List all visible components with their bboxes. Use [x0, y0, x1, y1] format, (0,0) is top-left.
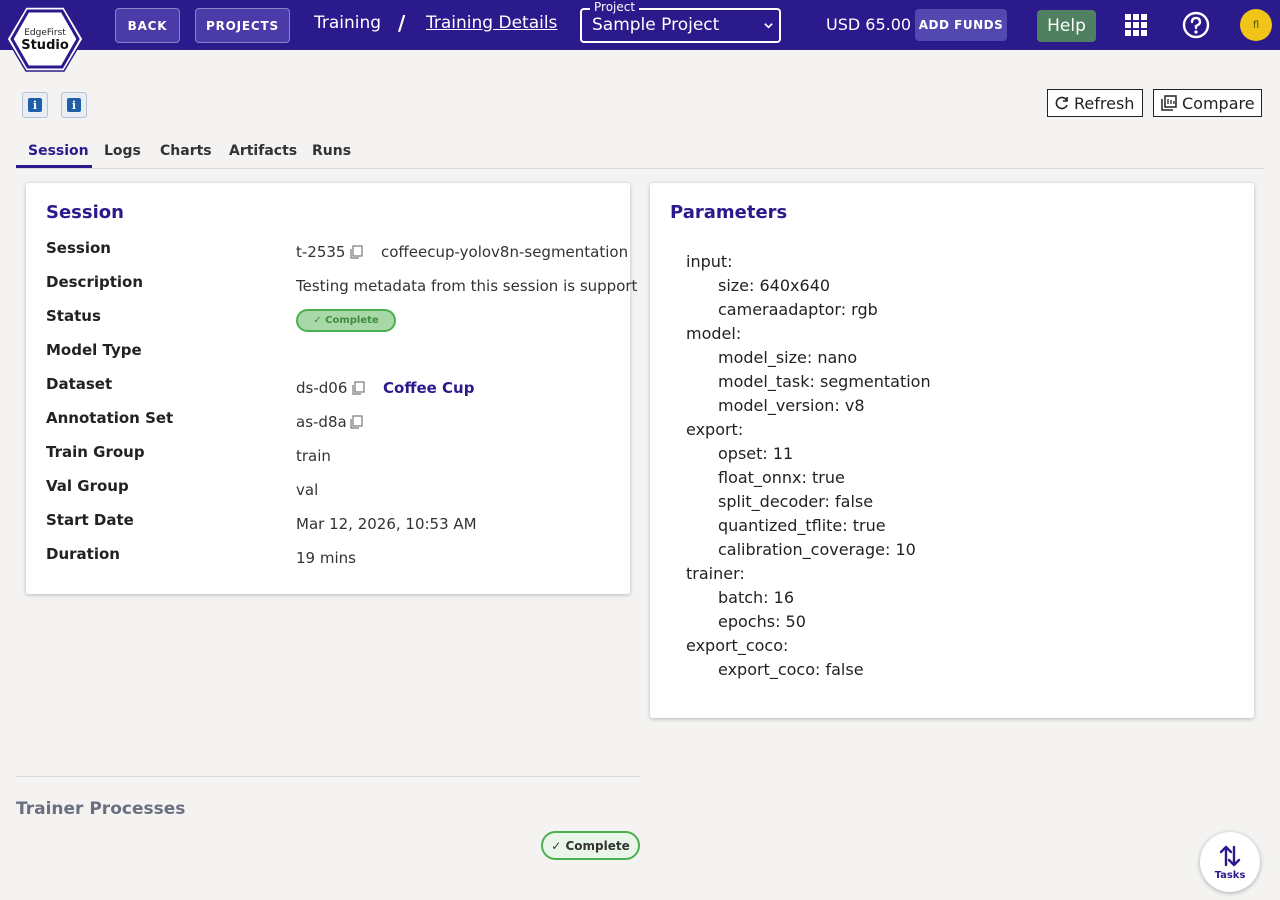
val-group-value: val [296, 481, 319, 499]
refresh-label: Refresh [1074, 93, 1135, 113]
duration-label: Duration [46, 545, 120, 563]
param-item: calibration_coverage: 10 [718, 540, 916, 559]
refresh-button[interactable]: Refresh [1047, 89, 1143, 117]
start-date-value: Mar 12, 2026, 10:53 AM [296, 515, 477, 533]
help-button[interactable]: Help [1037, 10, 1096, 42]
train-group-value: train [296, 447, 331, 465]
session-card-title: Session [46, 202, 124, 223]
tasks-button[interactable]: Tasks [1200, 832, 1260, 892]
param-section: model: [686, 324, 742, 343]
info-button-2[interactable]: i [61, 92, 87, 118]
project-select-legend: Project [590, 0, 640, 14]
breadcrumb-training-details[interactable]: Training Details [426, 13, 557, 33]
param-item: quantized_tflite: true [718, 516, 886, 535]
param-item: size: 640x640 [718, 276, 831, 295]
breadcrumb-separator: / [398, 11, 406, 35]
session-id: t-2535 [296, 243, 346, 261]
project-select[interactable]: Project Sample Project [580, 0, 781, 43]
breadcrumb-training[interactable]: Training [314, 13, 381, 33]
tab-artifacts[interactable]: Artifacts [229, 143, 297, 159]
param-item: split_decoder: false [718, 492, 874, 511]
dataset-label: Dataset [46, 375, 113, 393]
projects-button[interactable]: PROJECTS [195, 8, 290, 43]
tab-session[interactable]: Session [28, 143, 89, 159]
param-section: export: [686, 420, 744, 439]
description-value: Testing metadata from this session is su… [296, 277, 638, 295]
param-item: epochs: 50 [718, 612, 806, 631]
param-item: export_coco: false [718, 660, 864, 679]
annotation-set-label: Annotation Set [46, 409, 174, 427]
annotation-set-id: as-d8a [296, 413, 347, 431]
param-item: model_task: segmentation [718, 372, 931, 391]
dataset-link[interactable]: Coffee Cup [383, 379, 474, 397]
compare-button[interactable]: Compare [1153, 89, 1262, 117]
train-group-label: Train Group [46, 443, 145, 461]
logo-text-edgefirst: EdgeFirst [24, 28, 66, 38]
apps-grid-icon[interactable] [1125, 14, 1147, 36]
parameters-card: Parameters input: size: 640x640 cameraad… [650, 183, 1254, 718]
info-icon: i [67, 98, 81, 112]
session-card: Session Session t-2535 coffeecup-yolov8n… [26, 183, 637, 594]
info-button-1[interactable]: i [22, 92, 48, 118]
start-date-label: Start Date [46, 511, 134, 529]
project-select-value: Sample Project [592, 15, 720, 35]
question-circle-icon[interactable] [1182, 11, 1210, 39]
param-section: export_coco: [686, 636, 789, 655]
chevron-down-icon [764, 23, 773, 29]
sort-arrows-icon [1219, 845, 1241, 866]
duration-value: 19 mins [296, 549, 356, 567]
refresh-icon [1055, 96, 1068, 110]
status-label: Status [46, 307, 101, 325]
param-item: float_onnx: true [718, 468, 845, 487]
active-tab-indicator [16, 165, 92, 168]
param-item: model_size: nano [718, 348, 858, 367]
param-item: cameraadaptor: rgb [718, 300, 878, 319]
status-badge: ✓ Complete [296, 309, 396, 332]
tab-bar: Session Logs Charts Artifacts Runs [16, 136, 1264, 169]
edgefirst-studio-logo[interactable]: EdgeFirst Studio [6, 6, 84, 72]
copy-icon[interactable] [351, 381, 365, 395]
copy-icon[interactable] [349, 245, 363, 259]
param-item: model_version: v8 [718, 396, 865, 415]
top-app-bar: BACK PROJECTS Training / Training Detail… [0, 0, 1280, 50]
back-button[interactable]: BACK [115, 8, 180, 43]
dataset-id: ds-d06 [296, 379, 348, 397]
tab-charts[interactable]: Charts [160, 143, 212, 159]
tab-runs[interactable]: Runs [312, 143, 351, 159]
copy-icon[interactable] [349, 415, 363, 429]
logo-text-studio: Studio [21, 38, 69, 53]
add-funds-button[interactable]: ADD FUNDS [915, 9, 1007, 41]
tab-logs[interactable]: Logs [104, 143, 141, 159]
parameters-card-title: Parameters [670, 202, 788, 223]
trainer-status-badge: ✓ Complete [541, 831, 640, 860]
param-section: input: [686, 252, 733, 271]
session-name: coffeecup-yolov8n-segmentation [381, 243, 629, 261]
compare-icon [1161, 95, 1177, 111]
model-type-label: Model Type [46, 341, 142, 359]
avatar[interactable]: fl [1240, 9, 1272, 41]
param-item: opset: 11 [718, 444, 794, 463]
compare-label: Compare [1182, 93, 1255, 113]
param-item: batch: 16 [718, 588, 795, 607]
tasks-label: Tasks [1214, 869, 1246, 881]
description-label: Description [46, 273, 144, 291]
info-icon: i [28, 98, 42, 112]
trainer-processes-title: Trainer Processes [16, 799, 186, 819]
session-label: Session [46, 239, 111, 257]
section-divider [16, 776, 640, 777]
account-balance: USD 65.00 [826, 15, 912, 34]
param-section: trainer: [686, 564, 745, 583]
val-group-label: Val Group [46, 477, 129, 495]
